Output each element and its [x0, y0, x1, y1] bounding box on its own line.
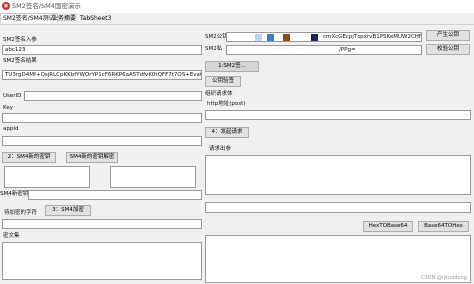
response-field[interactable]	[205, 202, 471, 213]
sm2-pubkey-label: SM2公钥	[205, 34, 228, 40]
color-swatch-blue	[267, 34, 274, 41]
sm4-key-textarea-2[interactable]	[110, 166, 196, 188]
encrypt-field[interactable]	[2, 219, 202, 229]
send-request-button[interactable]: 4：发起请求	[205, 127, 249, 138]
response-textarea[interactable]	[205, 155, 471, 195]
base64-to-hex-button[interactable]: Base64TOHex	[418, 221, 469, 232]
color-swatch-light-blue	[255, 34, 262, 41]
sm2-privkey-label: SM2私	[205, 46, 223, 52]
sm2-privkey-value: /PPg=	[339, 47, 356, 53]
key-label: Key	[3, 105, 13, 111]
encrypt-label: 待加密的字符	[4, 210, 38, 216]
sm2-privkey-field[interactable]: /PPg=	[226, 45, 422, 55]
sm2-pubkey-value: cmXcGEcpjTqsxrvB1PSKeMUW2CHFF	[323, 34, 422, 40]
tab-content: SM2签名入参 abc123 SM2签名结果 TU3rgD4Mf+QsjRLCp…	[0, 24, 474, 284]
watermark-text: CSDN @rjkuodong	[421, 275, 467, 281]
app-icon: ◉	[2, 2, 10, 10]
url-label: http地址(post)	[207, 101, 246, 107]
tab-business-digest[interactable]: 业务摘要	[50, 14, 78, 23]
ciphertext-label: 密文集	[3, 233, 20, 239]
sm2-result-field[interactable]: TU3rgD4Mf+QsjRLCpKKbfYWOrYP1cF6RKP6aA5Td…	[2, 70, 202, 80]
tab-sm2-sm4[interactable]: SM2签名/SM4测试	[0, 13, 58, 23]
title-bar: ◉ SM2签名/SM4国密演示	[0, 0, 474, 13]
tab-tabsheet3[interactable]: TabSheet3	[78, 14, 113, 23]
response-label: 请求出参	[209, 146, 232, 152]
tab-bar: SM2签名/SM4测试 业务摘要 TabSheet3	[0, 13, 474, 24]
color-swatch-brown	[283, 34, 290, 41]
sm2-input-label: SM2签名入参	[3, 37, 37, 43]
appid-field[interactable]	[2, 136, 202, 146]
verify-pubkey-button[interactable]: 校验公钥	[426, 44, 470, 55]
sm2-result-label: SM2签名结果	[3, 58, 37, 64]
window-title: SM2签名/SM4国密演示	[12, 2, 81, 10]
sm2-pubkey-field[interactable]: cmXcGEcpjTqsxrvB1PSKeMUW2CHFF	[226, 32, 422, 42]
gen-pubkey-button[interactable]: 产生公钥	[426, 30, 470, 41]
userid-label: UserID	[3, 93, 22, 99]
sm4-new-key-decrypt-button[interactable]: SM4新的密钥解密	[66, 152, 118, 163]
key-field[interactable]	[2, 113, 202, 123]
sm4-encrypt-button[interactable]: 3：SM4加密	[45, 205, 91, 216]
color-swatch-navy	[311, 34, 318, 41]
request-label: 组织请求体	[205, 91, 233, 97]
sm4-key-field[interactable]	[28, 190, 202, 200]
sm2-input-field[interactable]: abc123	[2, 45, 202, 55]
hex-to-base64-button[interactable]: HexTOBase64	[363, 221, 413, 232]
ciphertext-textarea[interactable]	[2, 242, 202, 280]
sm4-key-textarea-1[interactable]	[4, 166, 90, 188]
sm4-key-label: SM4新密钥	[0, 191, 29, 197]
appid-label: appId	[3, 126, 19, 132]
sm2-sign-button[interactable]: 1:SM2签...	[205, 61, 259, 72]
verify-sign-button[interactable]: 公钥验签	[205, 76, 241, 87]
url-field[interactable]	[205, 110, 471, 120]
sm4-new-key-button[interactable]: 2：SM4新的密钥	[2, 152, 56, 163]
userid-field[interactable]	[24, 91, 202, 101]
